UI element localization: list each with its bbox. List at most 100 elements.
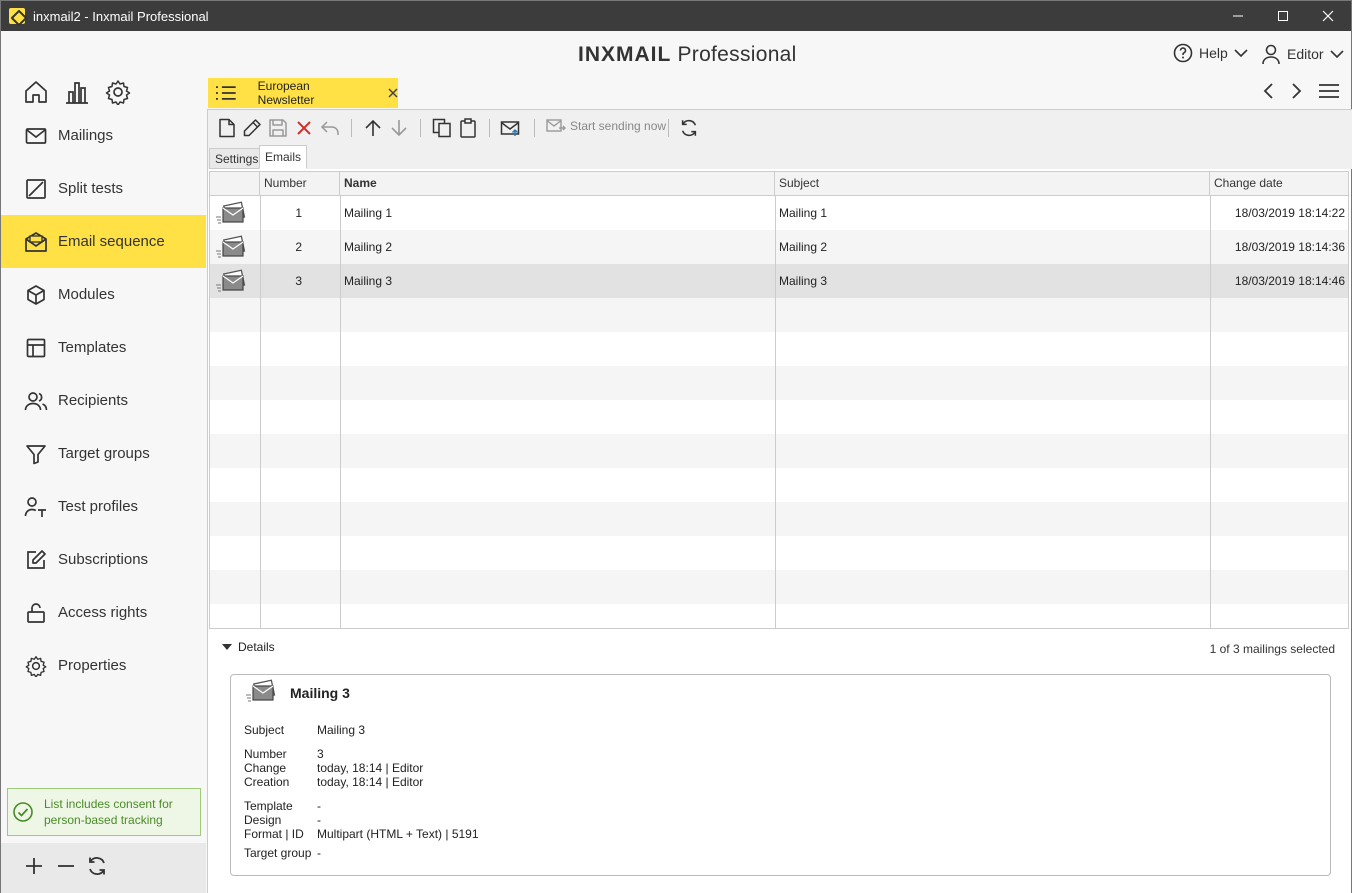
sidebar-item-recipients[interactable]: Recipients: [1, 374, 206, 427]
refresh-button[interactable]: [86, 855, 108, 882]
empty-row: [210, 366, 1348, 400]
mailing-icon: [216, 269, 246, 292]
detail-value-number: 3: [317, 747, 324, 761]
paste-button[interactable]: [457, 117, 479, 139]
title-bar: inxmail2 - Inxmail Professional: [1, 1, 1351, 31]
selection-count: 1 of 3 mailings selected: [1209, 642, 1335, 656]
table-row[interactable]: 2 Mailing 2 Mailing 2 18/03/2019 18:14:3…: [210, 230, 1348, 264]
close-window-button[interactable]: [1305, 1, 1351, 31]
reload-button[interactable]: [678, 117, 700, 139]
sidebar-item-split-tests[interactable]: Split tests: [1, 162, 206, 215]
bar-chart-icon: [66, 82, 88, 104]
sidebar-item-access-rights[interactable]: Access rights: [1, 586, 206, 639]
add-button[interactable]: [23, 855, 45, 882]
sidebar-item-label: Split tests: [58, 180, 124, 197]
brand-logo: INXMAIL Professional: [578, 43, 797, 67]
maximize-button[interactable]: [1260, 1, 1306, 31]
table-row-selected[interactable]: 3 Mailing 3 Mailing 3 18/03/2019 18:14:4…: [210, 264, 1348, 298]
empty-row: [210, 570, 1348, 604]
tab-label: European Newsletter: [257, 79, 315, 107]
cell-change-date: 18/03/2019 18:14:22: [1234, 206, 1345, 220]
minimize-button[interactable]: [1215, 1, 1261, 31]
mailing-icon: [246, 679, 276, 702]
detail-label-target-group: Target group: [244, 846, 312, 860]
detail-label-subject: Subject: [244, 723, 285, 737]
undo-button[interactable]: [319, 117, 341, 139]
caret-down-icon: [222, 644, 232, 650]
delete-button[interactable]: [293, 117, 315, 139]
cell-change-date: 18/03/2019 18:14:36: [1234, 240, 1345, 254]
tab-emails[interactable]: Emails: [259, 145, 308, 169]
previous-tab-button[interactable]: [1261, 81, 1277, 106]
split-icon: [23, 176, 49, 202]
sidebar-item-email-sequence[interactable]: Email sequence: [1, 215, 206, 268]
edit-button[interactable]: [241, 117, 263, 139]
sidebar-item-mailings[interactable]: Mailings: [1, 109, 206, 162]
consent-notice: List includes consent for person-based t…: [7, 788, 201, 836]
sidebar-item-label: Subscriptions: [58, 551, 149, 568]
refresh-icon: [89, 857, 105, 875]
detail-label-format: Format | ID: [244, 827, 304, 841]
list-icon: [215, 86, 236, 100]
toolbar-divider: [420, 119, 421, 137]
toolbar-divider: [489, 119, 490, 137]
start-sending-label: Start sending now: [570, 119, 667, 133]
mailing-icon: [216, 235, 246, 258]
sidebar-item-modules[interactable]: Modules: [1, 268, 206, 321]
sidebar-item-label: Access rights: [58, 604, 148, 621]
sidebar-item-label: Recipients: [58, 392, 129, 409]
home-button[interactable]: [23, 79, 49, 110]
details-toggle[interactable]: Details: [222, 640, 275, 654]
start-sending-button[interactable]: Start sending now: [546, 118, 666, 134]
unlock-icon: [23, 600, 49, 626]
copy-button[interactable]: [431, 117, 453, 139]
mailings-table: Number Name Subject Change date 1 Mailin…: [209, 171, 1349, 629]
sidebar-item-target-groups[interactable]: Target groups: [1, 427, 206, 480]
table-row[interactable]: 1 Mailing 1 Mailing 1 18/03/2019 18:14:2…: [210, 196, 1348, 230]
user-icon: [1262, 44, 1280, 65]
sidebar-item-subscriptions[interactable]: Subscriptions: [1, 533, 206, 586]
cell-number: 2: [295, 240, 302, 254]
move-up-button[interactable]: [362, 117, 384, 139]
main-content: Start sending now Settings Emails Number…: [207, 109, 1352, 893]
new-document-icon: [219, 118, 235, 138]
tab-european-newsletter[interactable]: European Newsletter: [208, 78, 398, 108]
column-header-number[interactable]: Number: [260, 172, 340, 196]
arrow-down-icon: [391, 120, 407, 137]
column-header-subject[interactable]: Subject: [775, 172, 1210, 196]
mail-send-icon: [500, 121, 520, 136]
column-divider: [1210, 196, 1211, 628]
remove-button[interactable]: [55, 855, 77, 882]
cell-name: Mailing 1: [344, 206, 393, 220]
toolbar: Start sending now: [208, 109, 1352, 145]
save-button[interactable]: [267, 117, 289, 139]
detail-value-format: Multipart (HTML + Text) | 5191: [317, 827, 479, 841]
help-menu-button[interactable]: Help: [1173, 43, 1248, 63]
users-icon: [23, 388, 49, 414]
column-header-change-date[interactable]: Change date: [1210, 172, 1348, 196]
settings-button[interactable]: [105, 79, 131, 110]
next-tab-button[interactable]: [1288, 81, 1304, 106]
sidebar-item-properties[interactable]: Properties: [1, 639, 206, 692]
detail-value-target-group: -: [317, 846, 321, 860]
column-header-name[interactable]: Name: [340, 172, 775, 196]
arrow-up-icon: [365, 119, 381, 136]
detail-label-template: Template: [244, 799, 293, 813]
detail-value-subject: Mailing 3: [317, 723, 366, 737]
user-menu-button[interactable]: Editor: [1261, 43, 1344, 65]
reports-button[interactable]: [64, 79, 90, 110]
sidebar-item-test-profiles[interactable]: Test profiles: [1, 480, 206, 533]
tab-menu-button[interactable]: [1318, 81, 1340, 106]
undo-icon: [320, 121, 339, 135]
send-test-mail-button[interactable]: [500, 117, 522, 139]
filter-icon: [23, 441, 49, 467]
detail-value-change: today, 18:14 | Editor: [317, 761, 424, 775]
sidebar-item-templates[interactable]: Templates: [1, 321, 206, 374]
close-tab-icon[interactable]: [388, 85, 398, 101]
new-button[interactable]: [216, 117, 238, 139]
sidebar-top-icons: [1, 77, 207, 109]
move-down-button[interactable]: [388, 117, 410, 139]
envelope-icon: [23, 123, 49, 149]
help-label: Help: [1199, 45, 1228, 61]
tab-settings[interactable]: Settings: [209, 148, 265, 169]
